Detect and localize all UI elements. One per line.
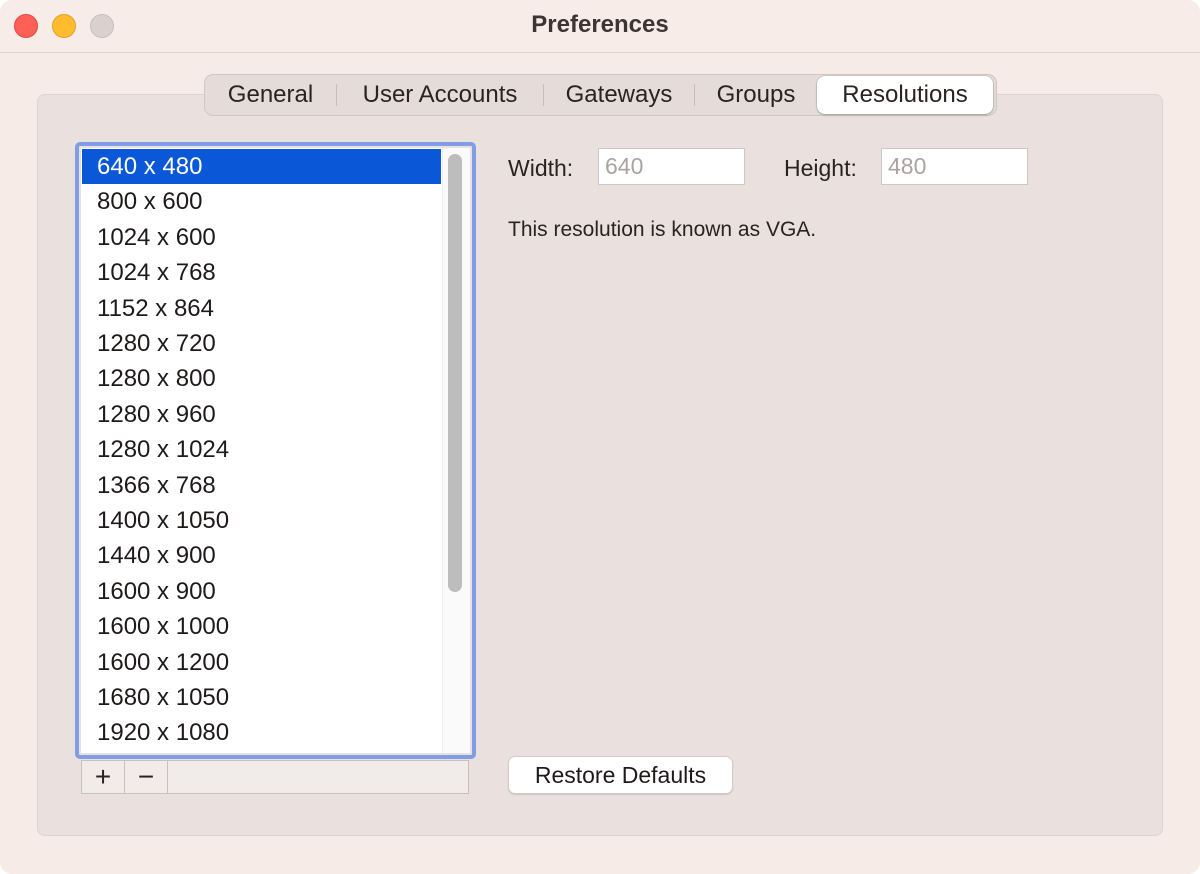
resolution-list-item[interactable]: 1600 x 1200 [82,645,441,680]
resolution-list-item[interactable]: 1366 x 768 [82,468,441,503]
resolution-list-item[interactable]: 800 x 600 [82,184,441,219]
resolution-list-item[interactable]: 1280 x 1024 [82,432,441,467]
tab-gateways[interactable]: Gateways [544,75,694,115]
remove-resolution-button[interactable]: − [125,761,168,793]
tab-resolutions[interactable]: Resolutions [817,76,993,114]
resolution-list-item[interactable]: 1600 x 900 [82,574,441,609]
width-label: Width: [508,155,574,181]
resolution-list-item[interactable]: 1680 x 1050 [82,680,441,715]
tab-user-accounts[interactable]: User Accounts [337,75,543,115]
resolution-list[interactable]: 1920 x 1080 1680 x 1050 1600 x 1200 1600 x … [81,148,470,753]
tab-general[interactable]: General [205,75,336,115]
resolution-list-item[interactable]: 1280 x 800 [82,361,441,396]
add-resolution-button[interactable]: + [82,761,125,793]
resolution-list-item[interactable]: 1152 x 864 [82,291,441,326]
width-field[interactable] [598,148,745,185]
resolution-list-item[interactable]: 1920 x 1080 [82,715,441,750]
restore-defaults-button[interactable]: Restore Defaults [508,756,733,794]
preferences-window: Preferences General User Accounts Gatewa… [0,0,1200,874]
tab-bar: General User Accounts Gateways Groups Re… [204,74,997,116]
scrollbar-thumb[interactable] [448,154,462,592]
title-bar[interactable]: Preferences [0,0,1200,53]
resolution-list-item[interactable]: 1280 x 720 [82,326,441,361]
resolution-list-item[interactable]: 1600 x 1000 [82,609,441,644]
resolution-list-item[interactable]: 640 x 480 [82,149,441,184]
list-button-bar: + − [81,760,469,794]
height-label: Height: [784,155,857,181]
resolution-list-item[interactable]: 1024 x 768 [82,255,441,290]
resolution-list-item[interactable]: 1024 x 600 [82,220,441,255]
resolution-list-item[interactable]: 1280 x 960 [82,397,441,432]
resolution-list-item[interactable]: 1440 x 900 [82,538,441,573]
tab-groups[interactable]: Groups [695,75,817,115]
resolution-description: This resolution is known as VGA. [508,218,817,241]
height-field[interactable] [881,148,1028,185]
resolution-list-item[interactable]: 1400 x 1050 [82,503,441,538]
window-title: Preferences [531,11,669,38]
